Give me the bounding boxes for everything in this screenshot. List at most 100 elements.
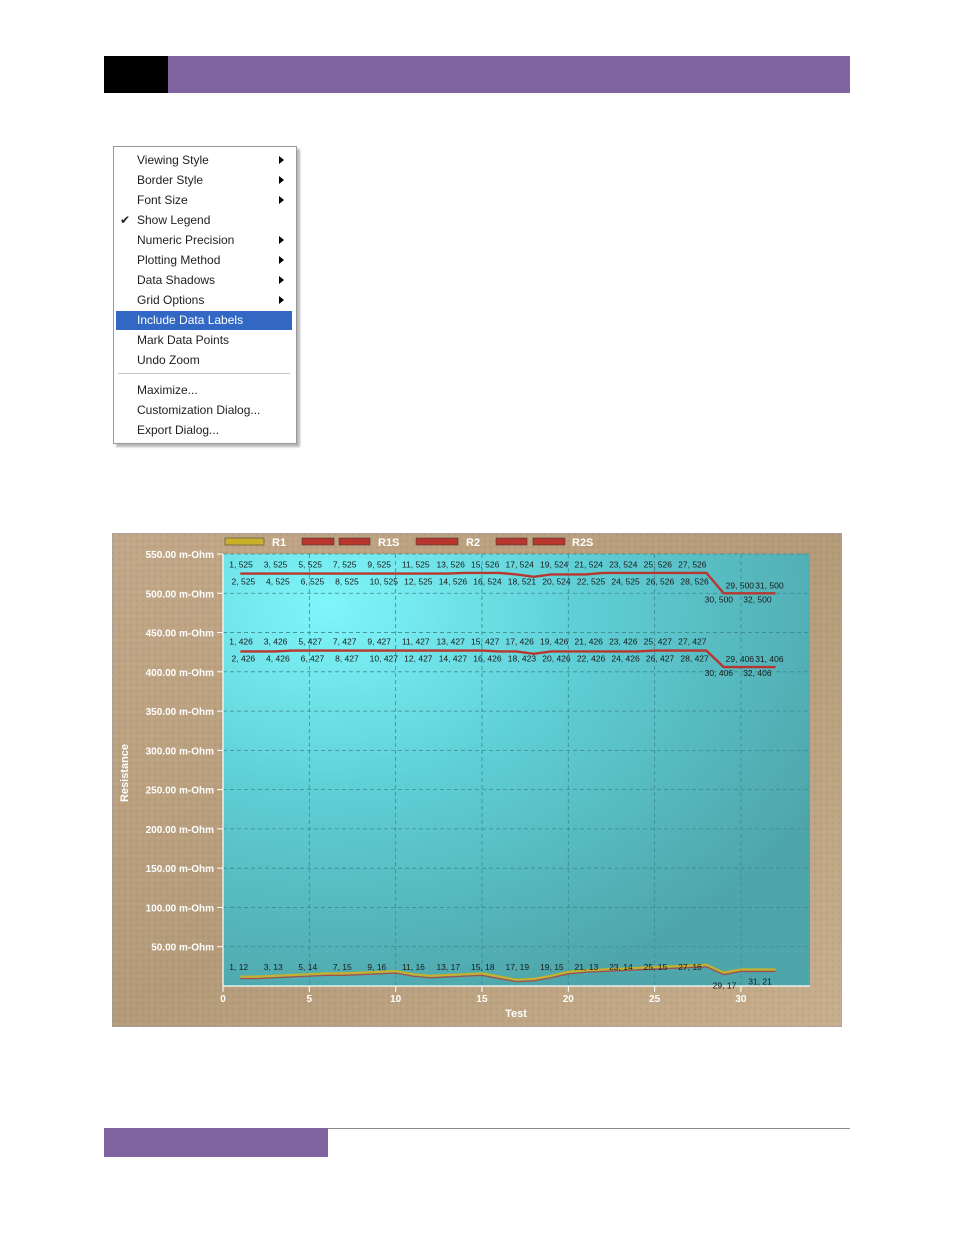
data-label: 13, 526 bbox=[436, 560, 465, 570]
data-label: 17, 524 bbox=[506, 560, 535, 570]
menu-item-label: Border Style bbox=[137, 173, 204, 187]
data-label: 20, 426 bbox=[542, 653, 571, 663]
data-label: 7, 525 bbox=[333, 560, 357, 570]
data-label: 13, 17 bbox=[436, 962, 460, 972]
legend-label: R1 bbox=[272, 537, 286, 549]
data-label: 5, 525 bbox=[298, 560, 322, 570]
data-label: 1, 426 bbox=[229, 636, 253, 646]
data-label: 23, 524 bbox=[609, 560, 638, 570]
data-label: 9, 16 bbox=[367, 962, 386, 972]
menu-item-grid-options[interactable]: Grid Options bbox=[116, 291, 292, 310]
x-axis-label: Test bbox=[505, 1008, 527, 1020]
data-label: 15, 427 bbox=[471, 636, 500, 646]
data-label: 24, 426 bbox=[611, 653, 640, 663]
data-label: 31, 21 bbox=[748, 977, 772, 987]
data-label: 30, 500 bbox=[705, 594, 734, 604]
data-label: 21, 524 bbox=[575, 560, 604, 570]
data-label: 19, 524 bbox=[540, 560, 569, 570]
menu-separator bbox=[118, 373, 290, 375]
data-label: 27, 526 bbox=[678, 560, 707, 570]
data-label: 9, 427 bbox=[367, 636, 391, 646]
data-label: 25, 15 bbox=[644, 962, 668, 972]
x-tick-label: 10 bbox=[390, 994, 402, 1005]
data-label: 21, 13 bbox=[575, 962, 599, 972]
data-label: 10, 427 bbox=[370, 653, 399, 663]
data-label: 7, 15 bbox=[333, 962, 352, 972]
header-black-block bbox=[104, 56, 168, 93]
menu-item-plotting-method[interactable]: Plotting Method bbox=[116, 251, 292, 270]
data-label: 23, 14 bbox=[609, 962, 633, 972]
menu-item-numeric-precision[interactable]: Numeric Precision bbox=[116, 231, 292, 250]
menu-item-label: Customization Dialog... bbox=[137, 403, 261, 417]
legend-swatch bbox=[495, 537, 528, 546]
menu-item-label: Plotting Method bbox=[137, 253, 221, 267]
menu-item-undo-zoom[interactable]: Undo Zoom bbox=[116, 351, 292, 370]
menu-item-mark-data-points[interactable]: Mark Data Points bbox=[116, 331, 292, 350]
y-tick-label: 300.00 m-Ohm bbox=[146, 746, 214, 757]
data-label: 7, 427 bbox=[333, 636, 357, 646]
menu-item-maximize[interactable]: Maximize... bbox=[116, 381, 292, 400]
plot-area bbox=[223, 554, 810, 986]
menu-item-label: Mark Data Points bbox=[137, 333, 230, 347]
data-label: 12, 525 bbox=[404, 577, 433, 587]
chart-context-menu: Viewing Style Border Style Font Size ✔ Show … bbox=[113, 146, 297, 444]
data-label: 31, 500 bbox=[755, 580, 784, 590]
menu-item-export-dialog[interactable]: Export Dialog... bbox=[116, 421, 292, 440]
data-label: 11, 427 bbox=[402, 636, 430, 646]
chart-svg: 50.00 m-Ohm 100.00 m-Ohm 150.00 m-Ohm 200.0… bbox=[112, 533, 842, 1027]
menu-item-label: Viewing Style bbox=[137, 153, 209, 167]
menu-item-customization-dialog[interactable]: Customization Dialog... bbox=[116, 401, 292, 420]
menu-item-label: Data Shadows bbox=[137, 273, 216, 287]
menu-item-show-legend[interactable]: ✔ Show Legend bbox=[116, 211, 292, 230]
data-label: 5, 14 bbox=[298, 962, 317, 972]
data-label: 11, 16 bbox=[402, 962, 425, 972]
footer-purple-bar bbox=[104, 1128, 328, 1157]
menu-item-viewing-style[interactable]: Viewing Style bbox=[116, 151, 292, 170]
data-label: 29, 406 bbox=[726, 654, 755, 664]
data-label: 31, 406 bbox=[755, 654, 784, 664]
data-label: 19, 15 bbox=[540, 962, 564, 972]
menu-item-label: Include Data Labels bbox=[137, 313, 244, 327]
checkmark-icon: ✔ bbox=[120, 213, 131, 227]
data-label: 30, 406 bbox=[705, 668, 734, 678]
menu-item-border-style[interactable]: Border Style bbox=[116, 171, 292, 190]
y-tick-label: 250.00 m-Ohm bbox=[146, 786, 214, 797]
y-tick-label: 400.00 m-Ohm bbox=[146, 668, 214, 679]
data-label: 28, 427 bbox=[680, 653, 709, 663]
data-label: 17, 19 bbox=[506, 962, 530, 972]
data-label: 26, 427 bbox=[646, 653, 675, 663]
data-label: 21, 426 bbox=[575, 636, 604, 646]
resistance-chart: 50.00 m-Ohm 100.00 m-Ohm 150.00 m-Ohm 200.0… bbox=[112, 533, 842, 1027]
y-tick-label: 350.00 m-Ohm bbox=[146, 707, 214, 718]
x-tick-label: 30 bbox=[735, 994, 747, 1005]
y-tick-label: 550.00 m-Ohm bbox=[146, 550, 214, 561]
legend-swatch bbox=[301, 537, 335, 546]
legend-label: R1S bbox=[378, 537, 399, 549]
submenu-arrow-icon bbox=[279, 156, 284, 164]
legend-swatch bbox=[224, 537, 265, 546]
data-label: 20, 524 bbox=[542, 577, 571, 587]
x-tick-label: 0 bbox=[220, 994, 226, 1005]
data-label: 22, 525 bbox=[577, 577, 606, 587]
data-label: 26, 526 bbox=[646, 577, 675, 587]
y-tick-label: 50.00 m-Ohm bbox=[151, 943, 214, 954]
legend-swatch bbox=[338, 537, 371, 546]
menu-item-font-size[interactable]: Font Size bbox=[116, 191, 292, 210]
menu-item-include-data-labels[interactable]: Include Data Labels bbox=[116, 311, 292, 330]
header-purple-bar bbox=[168, 56, 850, 93]
data-label: 6, 525 bbox=[301, 577, 325, 587]
y-axis-label: Resistance bbox=[119, 744, 131, 802]
legend-swatch bbox=[532, 537, 566, 546]
x-tick-label: 5 bbox=[307, 994, 313, 1005]
y-tick-label: 150.00 m-Ohm bbox=[146, 864, 214, 875]
menu-item-data-shadows[interactable]: Data Shadows bbox=[116, 271, 292, 290]
data-label: 4, 525 bbox=[266, 577, 290, 587]
submenu-arrow-icon bbox=[279, 176, 284, 184]
data-label: 4, 426 bbox=[266, 653, 290, 663]
x-tick-label: 20 bbox=[563, 994, 575, 1005]
data-label: 6, 427 bbox=[301, 653, 325, 663]
data-label: 32, 406 bbox=[743, 668, 772, 678]
data-label: 16, 426 bbox=[473, 653, 502, 663]
data-label: 2, 426 bbox=[232, 653, 256, 663]
y-tick-label: 500.00 m-Ohm bbox=[146, 589, 214, 600]
